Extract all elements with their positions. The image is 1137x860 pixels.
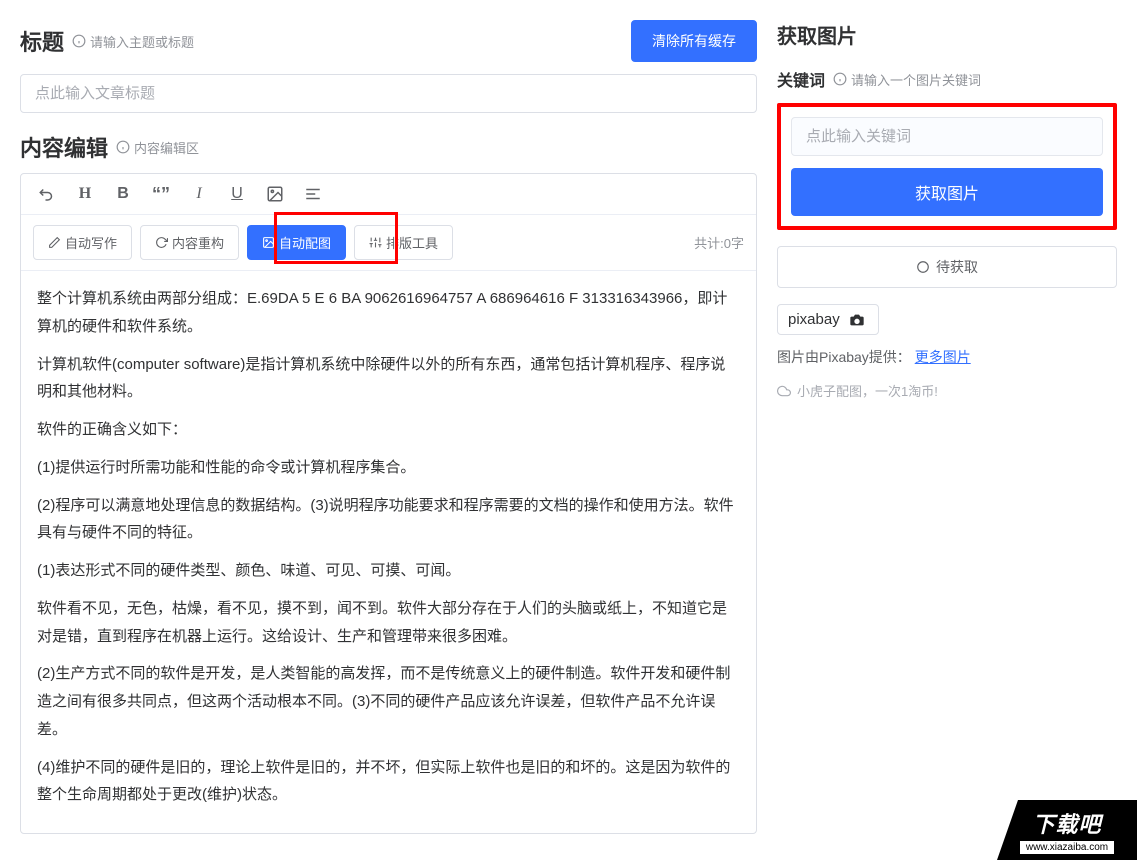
editor-paragraph: 软件的正确含义如下： bbox=[37, 416, 740, 444]
editor-content[interactable]: 整个计算机系统由两部分组成：E.69DA 5 E 6 BA 9062616964… bbox=[21, 271, 756, 833]
italic-icon[interactable]: I bbox=[189, 184, 209, 204]
content-header: 内容编辑 内容编辑区 bbox=[20, 131, 757, 163]
restructure-button[interactable]: 内容重构 bbox=[140, 225, 239, 260]
title-header: 标题 请输入主题或标题 清除所有缓存 bbox=[20, 20, 757, 62]
keyword-label: 关键词 bbox=[777, 67, 825, 91]
watermark: 下载吧 www.xiazaiba.com bbox=[997, 800, 1137, 860]
pixabay-badge: pixabay bbox=[777, 304, 879, 335]
info-icon bbox=[72, 34, 86, 48]
editor-box: H B “” I U 自动写作 内容重构 bbox=[20, 173, 757, 834]
layout-tool-button[interactable]: 排版工具 bbox=[354, 225, 453, 260]
fetch-image-button[interactable]: 获取图片 bbox=[791, 168, 1103, 216]
action-toolbar: 自动写作 内容重构 自动配图 排版工具 共计:0字 bbox=[21, 215, 756, 271]
pixabay-credit: 图片由Pixabay提供： 更多图片 bbox=[777, 347, 1117, 367]
title-hint: 请输入主题或标题 bbox=[72, 32, 194, 51]
fetch-image-title: 获取图片 bbox=[777, 20, 1117, 49]
word-count: 共计:0字 bbox=[694, 233, 744, 252]
heading-icon[interactable]: H bbox=[75, 184, 95, 204]
title-label: 标题 bbox=[20, 25, 64, 57]
keyword-hint: 请输入一个图片关键词 bbox=[833, 70, 981, 89]
format-toolbar: H B “” I U bbox=[21, 174, 756, 215]
editor-paragraph: (1)表达形式不同的硬件类型、颜色、味道、可见、可摸、可闻。 bbox=[37, 557, 740, 585]
main-panel: 标题 请输入主题或标题 清除所有缓存 内容编辑 内容编辑区 H bbox=[20, 20, 757, 834]
status-button[interactable]: 待获取 bbox=[777, 246, 1117, 288]
picture-icon bbox=[262, 236, 275, 249]
keyword-label-row: 关键词 请输入一个图片关键词 bbox=[777, 67, 1117, 91]
title-input[interactable] bbox=[20, 74, 757, 113]
keyword-input[interactable] bbox=[791, 117, 1103, 156]
underline-icon[interactable]: U bbox=[227, 184, 247, 204]
info-icon bbox=[116, 140, 130, 154]
auto-image-button[interactable]: 自动配图 bbox=[247, 225, 346, 260]
auto-write-button[interactable]: 自动写作 bbox=[33, 225, 132, 260]
bold-icon[interactable]: B bbox=[113, 184, 133, 204]
pencil-icon bbox=[48, 236, 61, 249]
cloud-icon bbox=[777, 384, 791, 398]
tip-row: 小虎子配图，一次1淘币! bbox=[777, 381, 1117, 400]
sidebar: 获取图片 关键词 请输入一个图片关键词 获取图片 待获取 pixabay 图片由… bbox=[777, 20, 1117, 834]
undo-icon[interactable] bbox=[37, 184, 57, 204]
quote-icon[interactable]: “” bbox=[151, 184, 171, 204]
editor-paragraph: (4)维护不同的硬件是旧的，理论上软件是旧的，并不坏，但实际上软件也是旧的和坏的… bbox=[37, 754, 740, 810]
content-label: 内容编辑 bbox=[20, 131, 108, 163]
editor-paragraph: (2)生产方式不同的软件是开发，是人类智能的高发挥，而不是传统意义上的硬件制造。… bbox=[37, 660, 740, 743]
editor-paragraph: 软件看不见，无色，枯燥，看不见，摸不到，闻不到。软件大部分存在于人们的头脑或纸上… bbox=[37, 595, 740, 651]
settings-icon bbox=[369, 236, 382, 249]
editor-paragraph: 计算机软件(computer software)是指计算机系统中除硬件以外的所有… bbox=[37, 351, 740, 407]
editor-paragraph: (2)程序可以满意地处理信息的数据结构。(3)说明程序功能要求和程序需要的文档的… bbox=[37, 492, 740, 548]
circle-icon bbox=[916, 260, 930, 274]
more-images-link[interactable]: 更多图片 bbox=[915, 349, 971, 365]
camera-icon bbox=[846, 312, 868, 328]
editor-paragraph: 整个计算机系统由两部分组成：E.69DA 5 E 6 BA 9062616964… bbox=[37, 285, 740, 341]
image-icon[interactable] bbox=[265, 184, 285, 204]
info-icon bbox=[833, 72, 847, 86]
content-hint: 内容编辑区 bbox=[116, 138, 199, 157]
editor-paragraph: (1)提供运行时所需功能和性能的命令或计算机程序集合。 bbox=[37, 454, 740, 482]
clear-cache-button[interactable]: 清除所有缓存 bbox=[631, 20, 757, 62]
keyword-box-highlight: 获取图片 bbox=[777, 103, 1117, 230]
refresh-icon bbox=[155, 236, 168, 249]
align-icon[interactable] bbox=[303, 184, 323, 204]
